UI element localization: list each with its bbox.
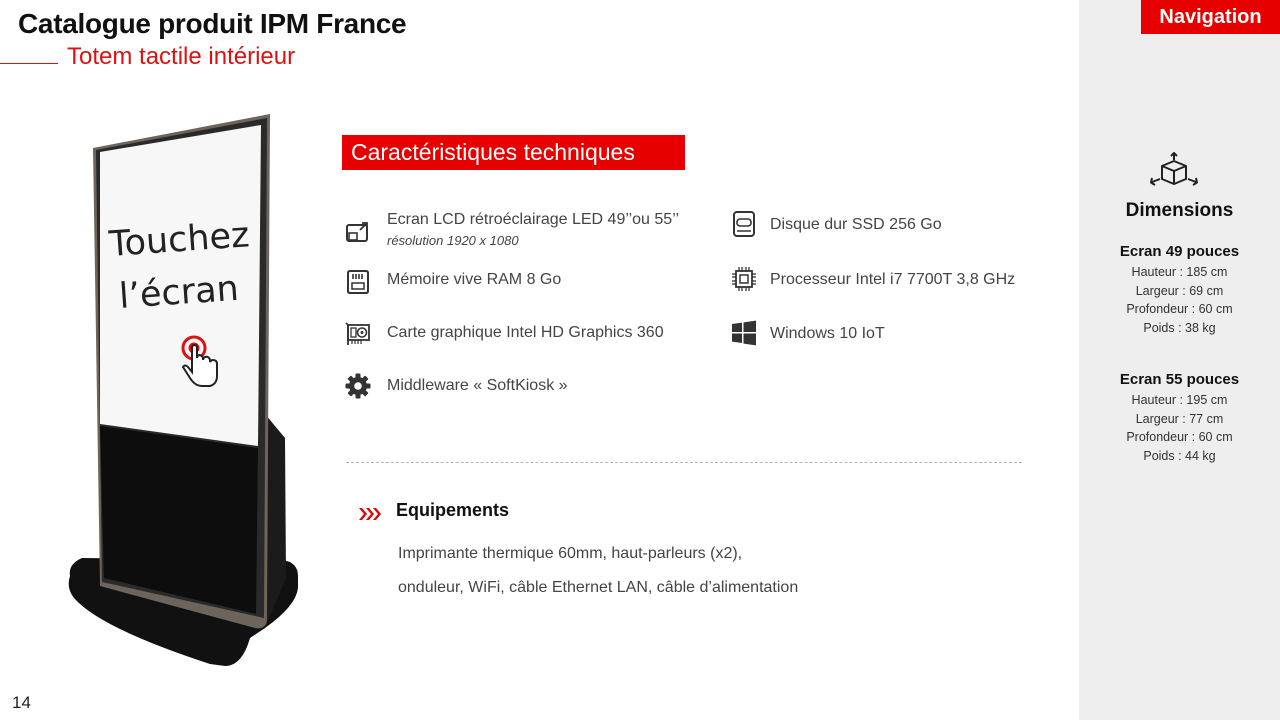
- spec-screen-resolution: résolution 1920 x 1080: [387, 233, 519, 248]
- gear-icon: [345, 373, 371, 399]
- graphics-card-icon: [345, 322, 370, 345]
- sidebar: [1079, 0, 1280, 720]
- kiosk-screen-text-line2: l’écran: [118, 269, 240, 317]
- dimensions-49-weight: Poids : 38 kg: [1143, 320, 1216, 335]
- dimensions-55-title: Ecran 55 pouces: [1119, 371, 1240, 388]
- dimensions-title: Dimensions: [1125, 200, 1234, 221]
- spec-cpu-label: Processeur Intel i7 7700T 3,8 GHz: [770, 271, 1016, 288]
- screen-resize-icon: [346, 222, 368, 242]
- equipment-line-2: onduleur, WiFi, câble Ethernet LAN, câbl…: [398, 579, 799, 596]
- dimensions-49-depth: Profondeur : 60 cm: [1126, 302, 1233, 316]
- page-title: Catalogue produit IPM France: [18, 8, 407, 39]
- spec-gpu-label: Carte graphique Intel HD Graphics 360: [387, 324, 664, 341]
- page-subtitle: Totem tactile intérieur: [67, 43, 296, 70]
- spec-middleware-label: Middleware « SoftKiosk »: [387, 377, 568, 394]
- kiosk-totem-image: Touchez l’écran: [68, 114, 299, 666]
- dimensions-55-block: Ecran 55 pouces Hauteur : 195 cm Largeur…: [1079, 371, 1280, 465]
- spec-os-label: Windows 10 IoT: [770, 325, 885, 342]
- dimensions-55-width: Largeur : 77 cm: [1135, 411, 1224, 426]
- dimensions-49-height: Hauteur : 185 cm: [1131, 265, 1228, 279]
- equipment-title: Equipements: [396, 500, 510, 520]
- equipment-line-1: Imprimante thermique 60mm, haut-parleurs…: [398, 545, 743, 562]
- dimensions-49-block: Ecran 49 pouces Hauteur : 185 cm Largeur…: [1079, 243, 1280, 337]
- dimensions-49-width: Largeur : 69 cm: [1135, 283, 1224, 298]
- spec-screen-label: Ecran LCD rétroéclairage LED 49’’ou 55’’: [387, 211, 680, 228]
- dimensions-49-title: Ecran 49 pouces: [1119, 243, 1240, 260]
- spec-ram-label: Mémoire vive RAM 8 Go: [387, 271, 562, 288]
- chevrons-icon: [359, 508, 381, 520]
- hard-drive-icon: [733, 211, 755, 237]
- spec-ssd-label: Disque dur SSD 256 Go: [770, 216, 942, 233]
- dimensions-55-depth: Profondeur : 60 cm: [1126, 430, 1233, 444]
- page-number: 14: [12, 693, 31, 712]
- dimensions-55-height: Hauteur : 195 cm: [1131, 393, 1228, 407]
- specs-heading: Caractéristiques techniques: [342, 135, 685, 170]
- section-divider: [346, 462, 1022, 463]
- sd-card-icon: [347, 270, 369, 294]
- navigation-button[interactable]: Navigation: [1141, 0, 1280, 34]
- windows-logo-icon: [732, 320, 756, 346]
- cpu-chip-icon: [732, 267, 756, 291]
- dimensions-55-weight: Poids : 44 kg: [1143, 448, 1216, 463]
- subtitle-rule: [0, 63, 58, 64]
- dimensions-box-icon: [1150, 152, 1198, 186]
